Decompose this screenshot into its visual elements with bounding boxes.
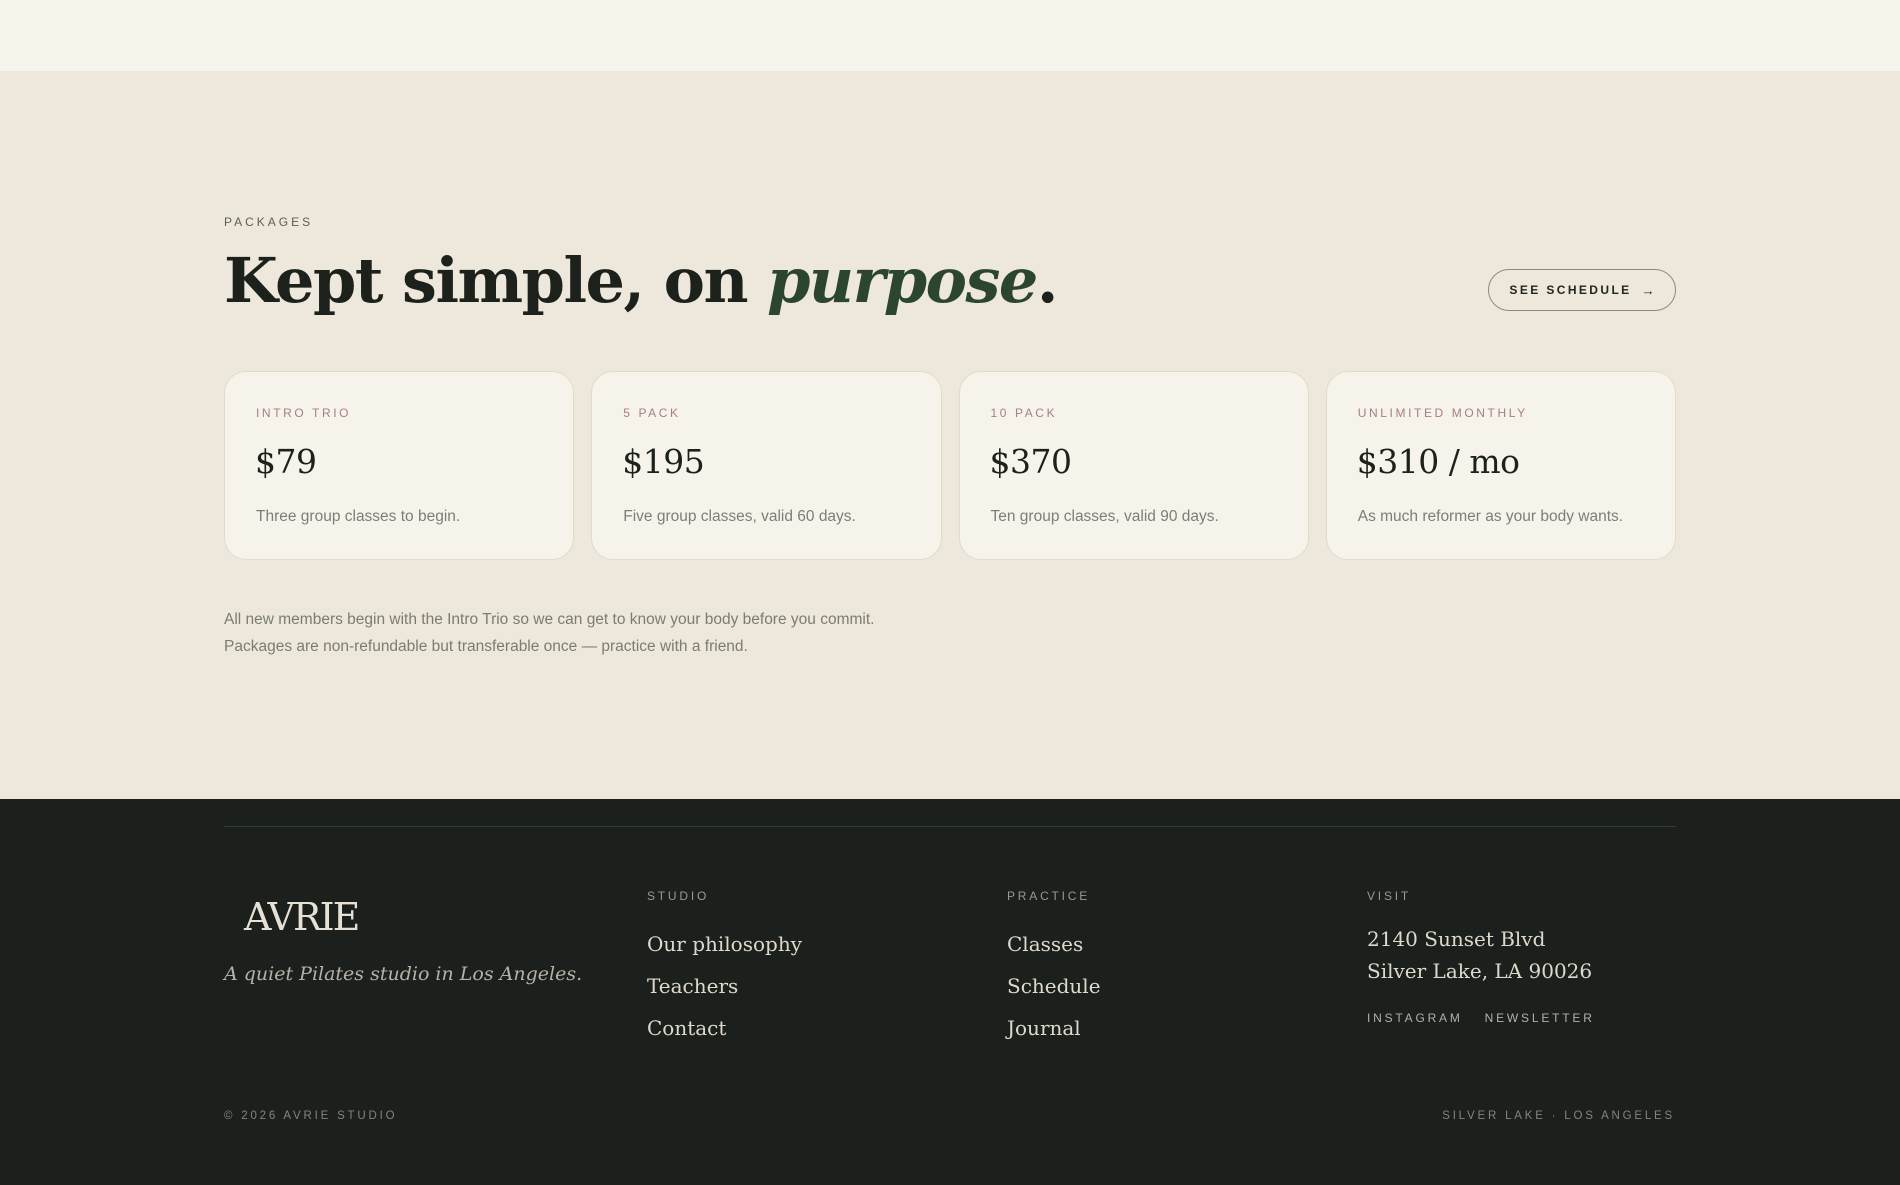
packages-section: PACKAGES Kept simple, on purpose. SEE SC…: [0, 71, 1900, 799]
package-price: $195: [622, 442, 705, 481]
footer-column-visit: VISIT 2140 Sunset Blvd Silver Lake, LA 9…: [1367, 889, 1595, 1025]
package-card-intro-trio[interactable]: INTRO TRIO $79 Three group classes to be…: [224, 371, 575, 560]
package-price: $310 / mo: [1356, 442, 1520, 481]
section-headline: Kept simple, on purpose.: [224, 241, 1059, 321]
package-card-5-pack[interactable]: 5 PACK $195 Five group classes, valid 60…: [591, 371, 942, 560]
arrow-right-icon: →: [1641, 282, 1655, 298]
package-description: Five group classes, valid 60 days.: [623, 508, 856, 525]
note-line-2: Packages are non-refundable but transfer…: [224, 638, 748, 655]
section-eyebrow: PACKAGES: [224, 215, 314, 229]
column-title: VISIT: [1367, 889, 1412, 903]
footer-column-studio: STUDIO Our philosophy Teachers Contact: [647, 889, 802, 1049]
headline-emphasis: purpose: [767, 244, 1038, 317]
avrie-logo: AVRIE: [244, 895, 360, 939]
newsletter-link[interactable]: NEWSLETTER: [1485, 1011, 1595, 1025]
package-card-10-pack[interactable]: 10 PACK $370 Ten group classes, valid 90…: [958, 371, 1309, 560]
packages-note: All new members begin with the Intro Tri…: [224, 606, 874, 660]
footer-tagline: A quiet Pilates studio in Los Angeles.: [224, 963, 583, 985]
column-title: STUDIO: [647, 889, 710, 903]
package-price: $79: [255, 442, 317, 481]
package-label: INTRO TRIO: [256, 406, 352, 420]
address-line-1: 2140 Sunset Blvd: [1367, 927, 1546, 951]
see-schedule-button[interactable]: SEE SCHEDULE →: [1488, 269, 1676, 311]
footer-link-contact[interactable]: Contact: [647, 1007, 802, 1049]
top-strip: [0, 0, 1900, 71]
package-cards: INTRO TRIO $79 Three group classes to be…: [224, 371, 1676, 560]
footer-link-journal[interactable]: Journal: [1007, 1007, 1101, 1049]
package-description: Ten group classes, valid 90 days.: [990, 508, 1219, 525]
package-description: Three group classes to begin.: [256, 508, 461, 525]
package-label: 10 PACK: [990, 406, 1058, 420]
package-label: UNLIMITED MONTHLY: [1357, 406, 1528, 420]
footer-logo-link[interactable]: AVRIE: [244, 895, 360, 939]
location-text: SILVER LAKE · LOS ANGELES: [1442, 1110, 1675, 1122]
package-label: 5 PACK: [623, 406, 681, 420]
note-line-1: All new members begin with the Intro Tri…: [224, 611, 875, 628]
package-price: $370: [989, 442, 1072, 481]
package-description: As much reformer as your body wants.: [1357, 508, 1624, 525]
copyright-text: © 2026 AVRIE STUDIO: [224, 1110, 398, 1122]
see-schedule-label: SEE SCHEDULE: [1509, 283, 1632, 297]
footer-link-classes[interactable]: Classes: [1007, 923, 1101, 965]
package-card-unlimited-monthly[interactable]: UNLIMITED MONTHLY $310 / mo As much refo…: [1325, 371, 1676, 560]
social-links: INSTAGRAM NEWSLETTER: [1367, 1011, 1595, 1025]
headline-start: Kept simple, on: [224, 244, 768, 317]
column-title: PRACTICE: [1007, 889, 1091, 903]
instagram-link[interactable]: INSTAGRAM: [1367, 1011, 1463, 1025]
footer-divider: [224, 826, 1676, 827]
footer-link-schedule[interactable]: Schedule: [1007, 965, 1101, 1007]
site-footer: AVRIE A quiet Pilates studio in Los Ange…: [0, 799, 1900, 1185]
footer-column-practice: PRACTICE Classes Schedule Journal: [1007, 889, 1101, 1049]
address-line-2: Silver Lake, LA 90026: [1367, 959, 1593, 983]
footer-link-our-philosophy[interactable]: Our philosophy: [647, 923, 802, 965]
footer-link-teachers[interactable]: Teachers: [647, 965, 802, 1007]
headline-end: .: [1036, 244, 1059, 317]
